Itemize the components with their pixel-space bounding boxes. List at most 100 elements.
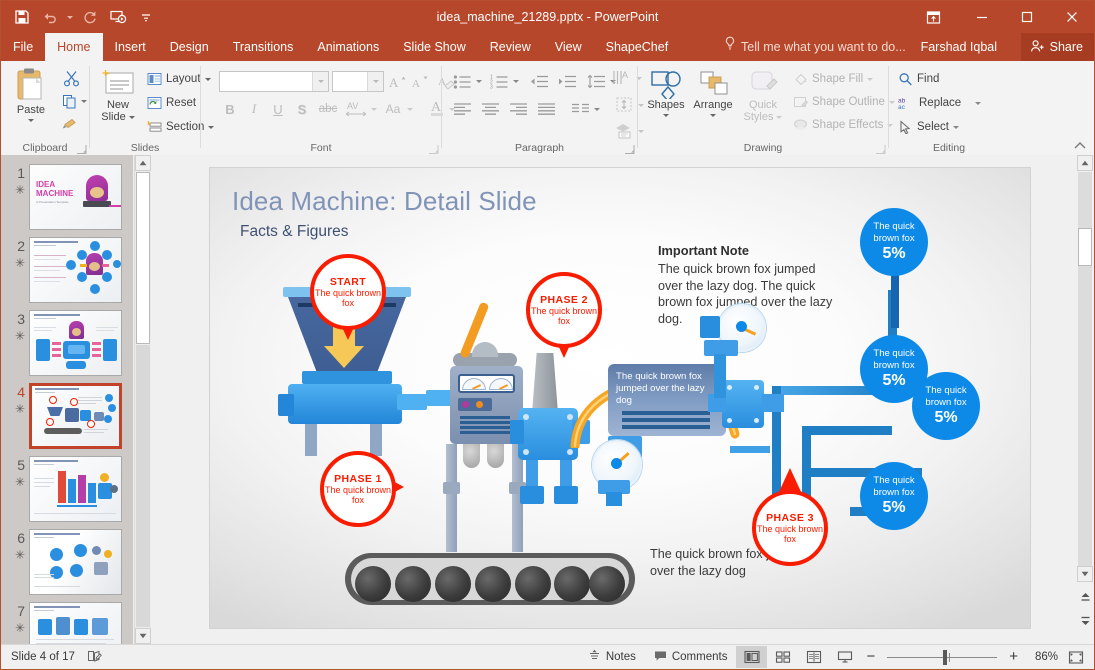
arrange-dropdown-icon[interactable] — [710, 114, 716, 117]
text-direction-button[interactable]: A — [610, 67, 634, 89]
line-spacing-button[interactable] — [584, 71, 608, 92]
thumbnail-preview[interactable] — [29, 529, 122, 595]
tab-home[interactable]: Home — [45, 33, 103, 61]
slide-editing-area[interactable]: Idea Machine: Detail Slide Facts & Figur… — [151, 155, 1077, 645]
scroll-up-button[interactable] — [1077, 155, 1093, 171]
decrease-indent-button[interactable] — [526, 71, 551, 92]
account-name[interactable]: Farshad Iqbal — [921, 33, 997, 61]
next-slide-button[interactable] — [1077, 613, 1093, 629]
thumbnail-item-2[interactable]: 2 ✳ — [1, 234, 133, 307]
tab-slide-show[interactable]: Slide Show — [391, 33, 478, 61]
bullets-button[interactable] — [450, 71, 474, 92]
change-case-dropdown-icon[interactable] — [405, 99, 415, 119]
zoom-slider[interactable] — [887, 646, 998, 668]
reset-button[interactable]: Reset — [144, 93, 199, 113]
columns-dropdown-icon[interactable] — [592, 99, 602, 119]
slide-title[interactable]: Idea Machine: Detail Slide — [232, 186, 537, 217]
slide-canvas[interactable]: Idea Machine: Detail Slide Facts & Figur… — [209, 167, 1031, 629]
font-size-dropdown-icon[interactable] — [367, 72, 383, 91]
thumbnail-scroll-track[interactable] — [136, 345, 150, 627]
thumbnail-item-1[interactable]: 1 ✳ IDEA MACHINE A Presentation Template — [1, 161, 133, 234]
restore-button[interactable] — [1004, 1, 1049, 33]
slide-area-scrollbar[interactable] — [1077, 155, 1093, 645]
ribbon-display-options-icon[interactable] — [913, 1, 953, 33]
clipboard-dialog-launcher[interactable] — [76, 142, 87, 154]
undo-icon[interactable] — [37, 5, 63, 29]
close-button[interactable] — [1049, 1, 1094, 33]
pin-phase-3[interactable]: PHASE 3 The quick brown fox — [752, 468, 828, 566]
align-text-button[interactable] — [612, 94, 636, 116]
convert-to-smartart-button[interactable] — [612, 120, 636, 142]
bold-button[interactable]: B — [219, 99, 241, 119]
new-slide-button[interactable]: New Slide — [94, 69, 142, 123]
slide-indicator[interactable]: Slide 4 of 17 — [11, 651, 75, 663]
share-button[interactable]: Share — [1020, 33, 1094, 61]
increase-font-size-button[interactable]: A — [387, 71, 409, 92]
cut-button[interactable] — [59, 67, 83, 89]
thumbnail-scroll-down-button[interactable] — [135, 628, 151, 644]
paste-dropdown-icon[interactable] — [28, 119, 34, 122]
numbering-button[interactable]: 123 — [487, 71, 511, 92]
tab-view[interactable]: View — [543, 33, 594, 61]
thumbnail-preview[interactable] — [29, 310, 122, 376]
replace-button[interactable]: ab ac Replace — [895, 93, 984, 113]
thumbnail-scroll-up-button[interactable] — [135, 155, 151, 171]
underline-button[interactable]: U — [267, 99, 289, 119]
zoom-handle[interactable] — [943, 650, 948, 665]
decrease-font-size-button[interactable]: A — [409, 71, 431, 92]
bullets-dropdown-icon[interactable] — [474, 71, 484, 92]
tab-animations[interactable]: Animations — [305, 33, 391, 61]
shape-outline-button[interactable]: Shape Outline — [790, 92, 898, 112]
thumbnail-scroll-thumb[interactable] — [136, 172, 150, 344]
font-dialog-launcher[interactable] — [428, 142, 439, 154]
slide-thumbnail-pane[interactable]: 1 ✳ IDEA MACHINE A Presentation Template … — [1, 155, 133, 645]
previous-slide-button[interactable] — [1077, 589, 1093, 605]
pin-phase-2[interactable]: PHASE 2 The quick brown fox — [526, 272, 602, 358]
collapse-ribbon-button[interactable] — [1072, 139, 1088, 153]
thumbnail-item-4[interactable]: 4 ✳ — [1, 380, 133, 453]
shape-effects-button[interactable]: Shape Effects — [790, 115, 896, 135]
zoom-out-button[interactable]: − — [860, 646, 881, 668]
slide-subtitle[interactable]: Facts & Figures — [240, 223, 349, 241]
text-shadow-button[interactable]: S — [291, 99, 313, 119]
thumbnail-pane-scrollbar[interactable] — [134, 155, 151, 645]
thumbnail-preview[interactable] — [29, 602, 122, 645]
scroll-down-button[interactable] — [1077, 566, 1093, 582]
tab-design[interactable]: Design — [158, 33, 221, 61]
scroll-thumb[interactable] — [1078, 228, 1092, 266]
tab-review[interactable]: Review — [478, 33, 543, 61]
stat-badge-3[interactable]: The quick brown fox 5% — [912, 372, 980, 440]
accessibility-check-icon[interactable] — [87, 649, 102, 666]
start-presentation-icon[interactable] — [105, 5, 131, 29]
select-button[interactable]: Select — [895, 117, 962, 137]
minimize-button[interactable] — [959, 1, 1004, 33]
fit-slide-to-window-button[interactable] — [1064, 646, 1088, 668]
thumbnail-preview[interactable]: IDEA MACHINE A Presentation Template — [29, 164, 122, 230]
slide-show-button[interactable] — [829, 646, 860, 668]
stat-badge-4[interactable]: The quick brown fox 5% — [860, 462, 928, 530]
character-spacing-button[interactable]: AV — [343, 97, 369, 119]
save-icon[interactable] — [9, 5, 35, 29]
thumbnail-item-3[interactable]: 3 ✳ — [1, 307, 133, 380]
font-size-input[interactable] — [332, 71, 384, 92]
find-button[interactable]: Find — [895, 69, 942, 89]
normal-view-button[interactable] — [736, 646, 768, 668]
undo-dropdown-icon[interactable] — [65, 5, 75, 29]
notes-button[interactable]: Notes — [579, 646, 645, 668]
align-right-button[interactable] — [506, 99, 530, 119]
shape-fill-button[interactable]: Shape Fill — [790, 69, 876, 89]
font-name-dropdown-icon[interactable] — [312, 72, 328, 91]
comments-button[interactable]: Comments — [645, 646, 737, 668]
stat-badge-1[interactable]: The quick brown fox 5% — [860, 208, 928, 276]
drawing-dialog-launcher[interactable] — [875, 142, 886, 154]
tab-file[interactable]: File — [1, 33, 45, 61]
tab-insert[interactable]: Insert — [103, 33, 158, 61]
paragraph-dialog-launcher[interactable] — [624, 142, 635, 154]
tab-shapechef[interactable]: ShapeChef — [594, 33, 681, 61]
change-case-button[interactable]: Aa — [381, 99, 405, 119]
thumbnail-item-7[interactable]: 7 ✳ — [1, 599, 133, 645]
thumbnail-preview[interactable] — [29, 456, 122, 522]
zoom-percent[interactable]: 86% — [1024, 651, 1064, 663]
shapes-button[interactable]: Shapes — [644, 69, 688, 117]
thumbnail-item-5[interactable]: 5 ✳ — [1, 453, 133, 526]
